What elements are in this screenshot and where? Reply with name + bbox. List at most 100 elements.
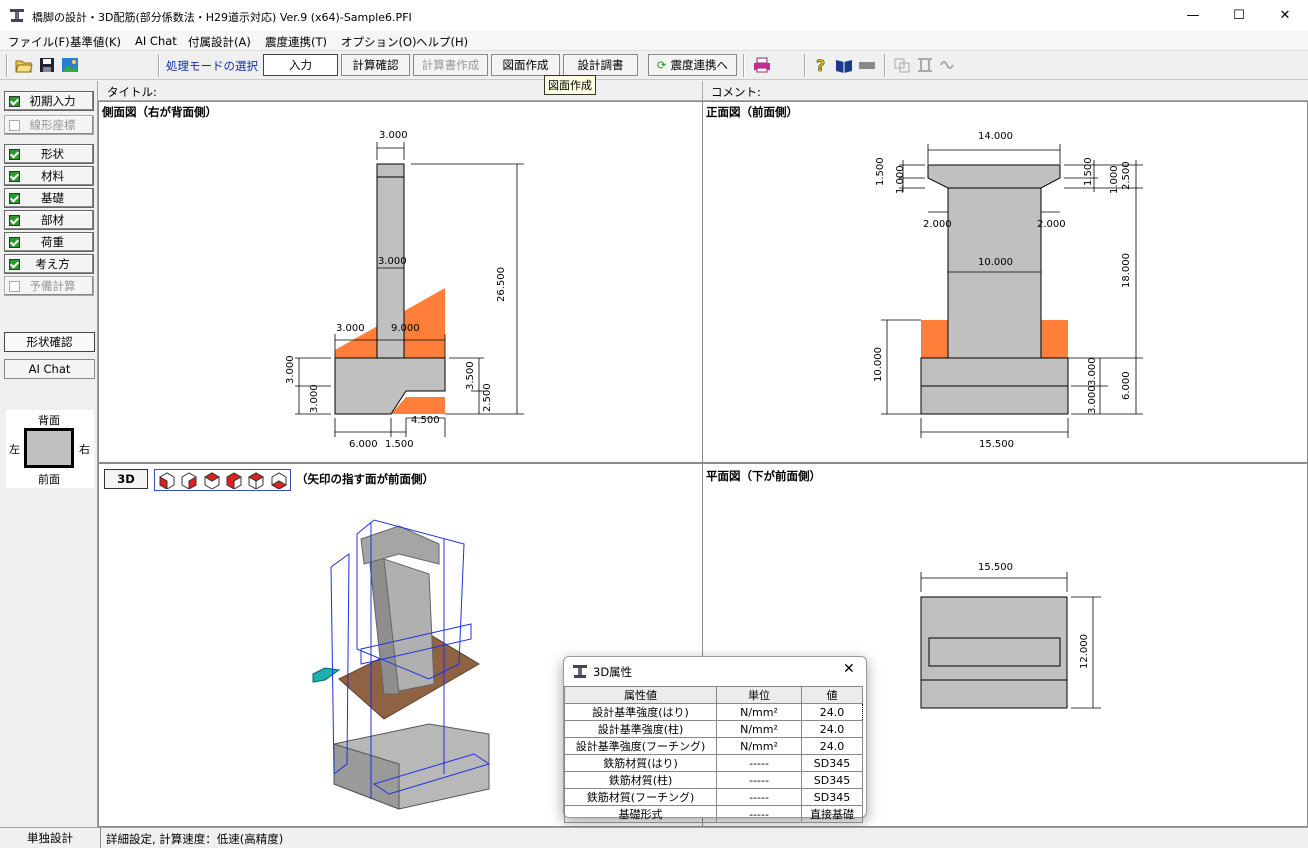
gray-bar-icon[interactable] [857,55,877,75]
table-row: 鉄筋材質(柱) ----- SD345 [564,771,863,789]
attr-value[interactable]: SD345 [801,771,863,789]
attr-name: 鉄筋材質(はり) [564,754,717,772]
link-disabled-icon[interactable] [892,55,912,75]
dim-label: 15.500 [978,562,1013,573]
nav-initial-input[interactable]: 初期入力 [4,91,94,111]
shape-check-button[interactable]: 形状確認 [4,332,95,352]
nav-preliminary-calc[interactable]: 予備計算 [4,276,94,296]
image-export-icon[interactable] [60,55,80,75]
toolbar-separator [804,54,806,77]
dim-label: 3.000 [378,256,407,267]
nav-member[interactable]: 部材 [4,210,94,230]
dim-label: 3.000 [309,384,320,413]
menu-file[interactable]: ファイル(F) [8,34,70,50]
soil-fill [1041,320,1068,358]
toolbar-separator [743,54,745,77]
compass-right-label: 右 [79,443,90,456]
checkbox-icon [9,170,20,182]
nav-label: 予備計算 [29,279,76,293]
menu-help[interactable]: ヘルプ(H) [416,34,468,50]
dim-label: 3.500 [465,361,476,390]
dim-label: 2.500 [482,383,493,412]
help-icon[interactable]: ? [811,55,831,75]
minimize-button[interactable]: — [1170,0,1216,31]
dim-label: 9.000 [391,323,420,334]
nav-material[interactable]: 材料 [4,166,94,186]
drawing-create-button[interactable]: 図面作成 [491,54,560,76]
dim-label: 3.000 [336,323,365,334]
checkbox-icon [9,258,20,270]
attr-value[interactable]: 直接基礎 [801,805,863,823]
menu-seismic-link[interactable]: 震度連携(T) [265,34,327,50]
attr-unit: ----- [716,805,802,823]
soil-fill [921,320,948,358]
nav-approach[interactable]: 考え方 [4,254,94,274]
nav-shape[interactable]: 形状 [4,144,94,164]
dim-label: 3.000 [1087,357,1098,386]
report-create-button[interactable]: 計算書作成 [413,54,488,76]
ai-chat-button[interactable]: AI Chat [4,359,95,379]
attr-name: 鉄筋材質(柱) [564,771,717,789]
status-message: 詳細設定, 計算速度：低速(高精度) [106,832,284,846]
nav-foundation[interactable]: 基礎 [4,188,94,208]
close-button[interactable]: ✕ [1262,0,1308,31]
attr-unit: ----- [716,754,802,772]
toolbar-separator [884,54,886,77]
structure-disabled-icon[interactable] [915,55,935,75]
dim-label: 2.000 [923,219,952,230]
book-icon[interactable] [834,55,854,75]
menu-options[interactable]: オプション(O) [341,34,417,50]
dim-label: 6.000 [1121,371,1132,400]
printer-icon[interactable] [752,55,772,75]
checkbox-icon [9,236,20,248]
dim-label: 15.500 [979,439,1014,450]
beam-3d [360,525,440,565]
save-icon[interactable] [37,55,57,75]
attr-value[interactable]: 24.0 [801,703,863,721]
app-icon [572,664,588,678]
attr-value[interactable]: 24.0 [801,720,863,738]
dim-label: 10.000 [978,257,1013,268]
seismic-link-label: 震度連携へ [670,58,729,72]
dim-label: 3.000 [379,130,408,141]
app-icon [9,8,25,22]
calc-check-button[interactable]: 計算確認 [341,54,410,76]
design-summary-button[interactable]: 設計調書 [563,54,638,76]
input-mode-button[interactable]: 入力 [263,54,338,76]
comment-field-label: コメント: [711,85,761,99]
maximize-button[interactable]: ☐ [1216,0,1262,31]
checkbox-icon [9,214,20,226]
attr-value[interactable]: 24.0 [801,737,863,755]
comment-field-row: コメント: [702,81,1308,101]
wave-disabled-icon[interactable] [938,55,958,75]
dim-label: 26.500 [496,267,507,302]
open-folder-icon[interactable] [14,55,34,75]
nav-label: 部材 [41,213,64,227]
attributes-table: 属性値 単位 値 設計基準強度(はり) N/mm² 24.0 設計基準強度(柱) N/… [564,686,863,823]
dim-label: 12.000 [1079,634,1090,669]
table-row: 設計基準強度(はり) N/mm² 24.0 [564,703,863,721]
dialog-title: 3D属性 [593,665,633,679]
menu-ai-chat[interactable]: AI Chat [135,34,177,48]
attr-value[interactable]: SD345 [801,754,863,772]
orientation-compass: 背面 左 右 前面 [6,410,94,488]
checkbox-icon [9,148,20,160]
nav-load[interactable]: 荷重 [4,232,94,252]
seismic-link-button[interactable]: ⟳ 震度連携へ [648,54,737,76]
dialog-close-button[interactable]: ✕ [843,661,855,677]
dim-label: 2.000 [1037,219,1066,230]
attr-unit: N/mm² [716,720,802,738]
nav-linear-coords[interactable]: 線形座標 [4,115,94,135]
compass-pier-square [24,428,74,468]
checkbox-icon [9,280,20,292]
menu-attached-design[interactable]: 付属設計(A) [188,34,251,50]
status-bar: 単独設計 詳細設定, 計算速度：低速(高精度) [0,827,1308,848]
attr-value[interactable]: SD345 [801,788,863,806]
beam-shape [927,164,1061,189]
menu-standards[interactable]: 基準値(K) [70,34,121,50]
compass-back-label: 背面 [38,414,60,427]
attr-name: 基礎形式 [564,805,717,823]
attributes-dialog: 3D属性 ✕ 属性値 単位 値 設計基準強度(はり) N/mm² 24.0 設計基準… [563,656,867,823]
mode-select-label: 処理モードの選択 [166,59,258,73]
checkbox-icon [9,95,20,107]
